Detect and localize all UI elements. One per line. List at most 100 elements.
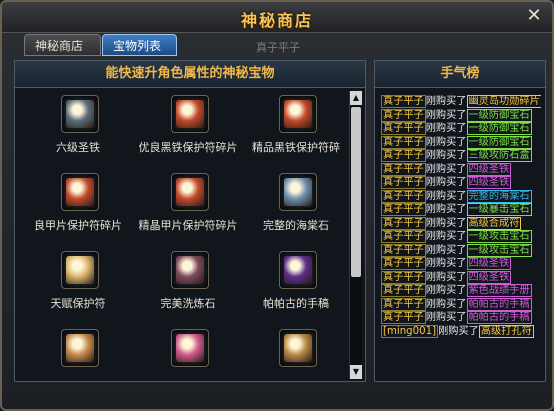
item-label: 精品黑铁保护符碎 bbox=[252, 141, 340, 154]
purchase-verb: 刚购买了 bbox=[425, 244, 467, 256]
manuscript-icon bbox=[284, 256, 312, 284]
item-label: 帕帕古的手稿 bbox=[263, 297, 329, 310]
purchased-item[interactable]: 四级圣铁 bbox=[466, 162, 512, 176]
item-slot[interactable] bbox=[279, 329, 317, 367]
buyer-name[interactable]: 真子平子 bbox=[381, 95, 426, 108]
treasure-item[interactable]: 优良黑铁保护符碎片 bbox=[133, 95, 243, 165]
window-title: 神秘商店 bbox=[240, 11, 313, 30]
buyer-name[interactable]: 真子平子 bbox=[381, 135, 426, 149]
tab-hint: 真子平子 bbox=[256, 41, 300, 54]
purchased-item[interactable]: 高级打孔符 bbox=[478, 324, 534, 338]
item-slot[interactable] bbox=[279, 251, 317, 289]
purchased-item[interactable]: 四级圣铁 bbox=[466, 270, 512, 284]
purchased-item[interactable]: 一级防御宝石 bbox=[466, 122, 532, 135]
purchase-verb: 刚购买了 bbox=[425, 312, 467, 323]
buyer-name[interactable]: 真子平子 bbox=[381, 189, 426, 203]
buyer-name[interactable]: 真子平子 bbox=[381, 243, 426, 257]
treasure-item[interactable]: 完美洗炼石 bbox=[133, 251, 243, 321]
item-slot[interactable] bbox=[171, 173, 209, 211]
close-icon[interactable]: ✕ bbox=[524, 6, 544, 26]
purchased-item[interactable]: 一级防御宝石 bbox=[466, 108, 532, 122]
scroll-icon bbox=[284, 100, 312, 128]
buyer-name[interactable]: 真子平子 bbox=[381, 297, 426, 311]
buyer-name[interactable]: 真子平子 bbox=[381, 203, 426, 216]
treasure-item[interactable]: 良甲片保护符碎片 bbox=[23, 173, 133, 243]
purchased-item[interactable]: 幽灵岛功勋碎片 bbox=[466, 95, 541, 108]
ranking-row: 真子平子 刚购买了 完整的海棠石 bbox=[381, 189, 541, 204]
purchased-item[interactable]: 紫色战绩手册 bbox=[466, 284, 532, 297]
purchased-item[interactable]: 高级合成符 bbox=[466, 216, 522, 230]
purchased-item[interactable]: 三级攻防石盒 bbox=[466, 149, 532, 162]
purchased-item[interactable]: 一级暴击宝石 bbox=[466, 203, 532, 216]
treasure-item[interactable]: 完整的海棠石 bbox=[241, 173, 351, 243]
buyer-name[interactable]: 真子平子 bbox=[381, 162, 426, 176]
purchase-verb: 刚购买了 bbox=[425, 271, 467, 283]
buyer-name[interactable]: [ming001] bbox=[381, 324, 439, 338]
purchased-item[interactable]: 一级防御宝石 bbox=[466, 135, 532, 149]
buyer-name[interactable]: 真子平子 bbox=[381, 122, 426, 135]
ranking-row: 真子平子 刚购买了 紫色战绩手册 bbox=[381, 284, 541, 298]
item-slot[interactable] bbox=[61, 329, 99, 367]
buyer-name[interactable]: 真子平子 bbox=[381, 216, 426, 230]
purchase-verb: 刚购买了 bbox=[425, 258, 467, 269]
scroll-icon bbox=[66, 334, 94, 362]
buyer-name[interactable]: 真子平子 bbox=[381, 149, 426, 162]
buyer-name[interactable]: 真子平子 bbox=[381, 108, 426, 122]
purchased-item[interactable]: 一级攻击宝石 bbox=[466, 230, 532, 243]
treasure-item[interactable] bbox=[23, 329, 133, 399]
scroll-thumb[interactable] bbox=[351, 107, 361, 277]
buyer-name[interactable]: 真子平子 bbox=[381, 257, 426, 270]
purchase-verb: 刚购买了 bbox=[425, 298, 467, 310]
purchase-verb: 刚购买了 bbox=[425, 96, 467, 107]
ranking-row: 真子平子 刚购买了 四级圣铁 bbox=[381, 257, 541, 271]
potion-icon bbox=[176, 334, 204, 362]
item-slot[interactable] bbox=[279, 173, 317, 211]
treasure-item[interactable]: 精品黑铁保护符碎 bbox=[241, 95, 351, 165]
tab-treasure-list[interactable]: 宝物列表 bbox=[102, 34, 177, 56]
ranking-list: 真子平子 刚购买了 幽灵岛功勋碎片 真子平子 刚购买了 一级防御宝石 真子平子 刚购买了 一级防… bbox=[381, 95, 541, 338]
purchased-item[interactable]: 四级圣铁 bbox=[466, 176, 512, 189]
scroll-icon bbox=[176, 100, 204, 128]
ranking-row: 真子平子 刚购买了 帕帕古的手稿 bbox=[381, 311, 541, 325]
buyer-name[interactable]: 真子平子 bbox=[381, 311, 426, 324]
buyer-name[interactable]: 真子平子 bbox=[381, 230, 426, 243]
scroll-up-icon[interactable]: ▲ bbox=[350, 91, 362, 105]
item-slot[interactable] bbox=[61, 173, 99, 211]
item-label: 良甲片保护符碎片 bbox=[34, 219, 122, 232]
purchased-item[interactable]: 一级攻击宝石 bbox=[466, 243, 532, 257]
treasure-item[interactable] bbox=[133, 329, 243, 399]
purchase-verb: 刚购买了 bbox=[425, 150, 467, 161]
scroll-down-icon[interactable]: ▼ bbox=[350, 365, 362, 379]
purchased-item[interactable]: 四级圣铁 bbox=[466, 257, 512, 270]
tab-mystery-shop[interactable]: 神秘商店 bbox=[24, 34, 101, 56]
buyer-name[interactable]: 真子平子 bbox=[381, 176, 426, 189]
item-slot[interactable] bbox=[171, 251, 209, 289]
armor-icon bbox=[66, 100, 94, 128]
purchase-verb: 刚购买了 bbox=[425, 136, 467, 148]
purchased-item[interactable]: 帕帕古的手稿 bbox=[466, 311, 532, 324]
luck-ranking-panel: 手气榜 真子平子 刚购买了 幽灵岛功勋碎片 真子平子 刚购买了 一级防御宝石 真子平子 刚购买… bbox=[374, 60, 546, 382]
buyer-name[interactable]: 真子平子 bbox=[381, 284, 426, 297]
buyer-name[interactable]: 真子平子 bbox=[381, 270, 426, 284]
treasure-item[interactable]: 精晶甲片保护符碎片 bbox=[133, 173, 243, 243]
treasure-item[interactable]: 六级圣铁 bbox=[23, 95, 133, 165]
treasure-item[interactable] bbox=[241, 329, 351, 399]
item-slot[interactable] bbox=[279, 95, 317, 133]
ranking-row: 真子平子 刚购买了 帕帕古的手稿 bbox=[381, 297, 541, 312]
mystery-shop-window: 神秘商店 ✕ 神秘商店 宝物列表 真子平子 能快速升角色属性的神秘宝物 六级圣铁… bbox=[0, 0, 554, 411]
purchase-verb: 刚购买了 bbox=[425, 217, 467, 229]
purchase-verb: 刚购买了 bbox=[425, 231, 467, 242]
treasure-item[interactable]: 帕帕古的手稿 bbox=[241, 251, 351, 321]
item-slot[interactable] bbox=[61, 95, 99, 133]
purchased-item[interactable]: 完整的海棠石 bbox=[466, 189, 532, 203]
scrollbar[interactable]: ▲ ▼ bbox=[349, 91, 362, 379]
stone-icon bbox=[284, 178, 312, 206]
item-slot[interactable] bbox=[61, 251, 99, 289]
treasure-item[interactable]: 天赋保护符 bbox=[23, 251, 133, 321]
purchased-item[interactable]: 帕帕古的手稿 bbox=[466, 297, 532, 311]
item-slot[interactable] bbox=[171, 95, 209, 133]
ranking-row: 真子平子 刚购买了 一级暴击宝石 bbox=[381, 203, 541, 217]
item-slot[interactable] bbox=[171, 329, 209, 367]
ranking-row: 真子平子 刚购买了 一级攻击宝石 bbox=[381, 230, 541, 244]
scroll-icon bbox=[284, 334, 312, 362]
